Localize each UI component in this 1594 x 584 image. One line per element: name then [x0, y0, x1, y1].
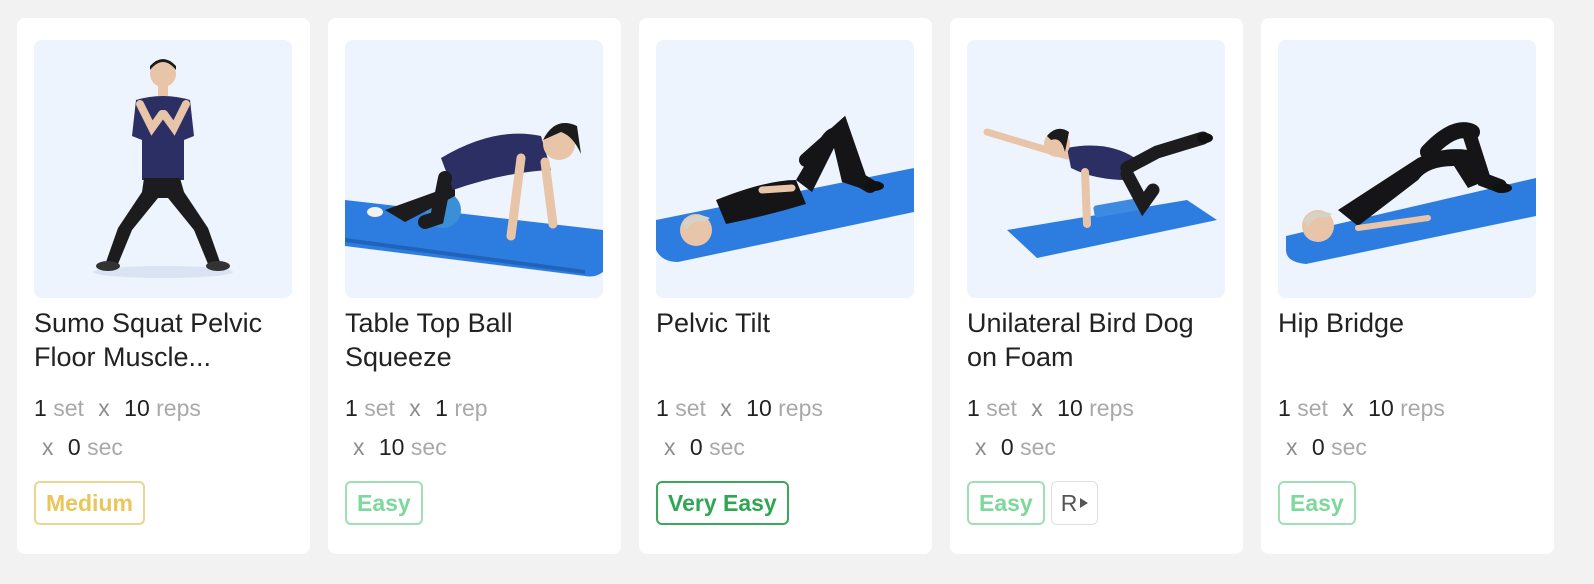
exercise-card-hip-bridge[interactable]: Hip Bridge 1 set x 10 reps x 0 sec Easy	[1261, 18, 1554, 554]
times-separator: x	[1342, 395, 1354, 421]
reps-unit: reps	[156, 395, 201, 421]
reps-value: 10	[746, 395, 772, 421]
hold-value: 0	[1311, 434, 1325, 460]
reps-unit: reps	[1400, 395, 1445, 421]
times-separator: x	[98, 395, 110, 421]
times-separator: x	[975, 434, 987, 460]
sets-reps-line: 1 set x 10 reps	[1278, 393, 1445, 423]
hold-unit: sec	[410, 434, 447, 460]
difficulty-badge: Easy	[1278, 481, 1356, 525]
exercise-title: Sumo Squat Pelvic Floor Muscle...	[34, 308, 263, 372]
exercise-title: Table Top Ball Squeeze	[345, 308, 513, 372]
tag-row: Easy	[1278, 481, 1356, 525]
hold-line: x 0 sec	[664, 432, 745, 462]
sets-reps-line: 1 set x 10 reps	[967, 393, 1134, 423]
bird-dog-illustration	[967, 40, 1225, 298]
side-tag-label: R	[1060, 490, 1078, 516]
hold-line: x 0 sec	[975, 432, 1056, 462]
sets-unit: set	[986, 395, 1017, 421]
play-triangle-icon	[1080, 498, 1089, 508]
hold-unit: sec	[709, 434, 745, 460]
sets-unit: set	[53, 395, 84, 421]
reps-value: 1	[435, 395, 448, 421]
hold-unit: sec	[87, 434, 123, 460]
sets-reps-line: 1 set x 10 reps	[34, 393, 201, 423]
tag-row: Medium	[34, 481, 145, 525]
times-separator: x	[664, 434, 676, 460]
reps-value: 10	[124, 395, 150, 421]
exercise-card-row: Sumo Squat Pelvic Floor Muscle... 1 set …	[0, 0, 1594, 584]
exercise-thumbnail[interactable]	[967, 40, 1225, 298]
exercise-thumbnail[interactable]	[345, 40, 603, 298]
hold-value: 0	[1000, 434, 1014, 460]
sets-unit: set	[675, 395, 706, 421]
sets-unit: set	[1297, 395, 1328, 421]
difficulty-badge: Medium	[34, 481, 145, 525]
times-separator: x	[409, 395, 421, 421]
hold-value: 10	[378, 434, 405, 460]
exercise-card-table-top-ball-squeeze[interactable]: Table Top Ball Squeeze 1 set x 1 rep x 1…	[328, 18, 621, 554]
times-separator: x	[720, 395, 732, 421]
sets-value: 1	[1278, 395, 1291, 421]
times-separator: x	[1031, 395, 1043, 421]
sets-value: 1	[34, 395, 47, 421]
reps-unit: reps	[1089, 395, 1134, 421]
exercise-title: Unilateral Bird Dog on Foam	[967, 308, 1194, 372]
sets-value: 1	[656, 395, 669, 421]
hold-line: x 10 sec	[353, 432, 447, 462]
exercise-title: Pelvic Tilt	[656, 308, 771, 338]
sets-value: 1	[967, 395, 980, 421]
exercise-card-pelvic-tilt[interactable]: Pelvic Tilt 1 set x 10 reps x 0 sec Very…	[639, 18, 932, 554]
reps-value: 10	[1057, 395, 1083, 421]
reps-unit: rep	[454, 395, 488, 421]
side-tag-right[interactable]: R	[1050, 481, 1099, 525]
times-separator: x	[353, 434, 365, 460]
exercise-thumbnail[interactable]	[1278, 40, 1536, 298]
sets-value: 1	[345, 395, 358, 421]
difficulty-badge: Very Easy	[656, 481, 789, 525]
hold-value: 0	[689, 434, 703, 460]
hold-unit: sec	[1331, 434, 1367, 460]
hip-bridge-illustration	[1278, 40, 1536, 298]
exercise-title: Hip Bridge	[1278, 308, 1405, 338]
sets-unit: set	[364, 395, 395, 421]
exercise-card-sumo-squat[interactable]: Sumo Squat Pelvic Floor Muscle... 1 set …	[17, 18, 310, 554]
hold-unit: sec	[1020, 434, 1056, 460]
times-separator: x	[1286, 434, 1298, 460]
reps-value: 10	[1368, 395, 1394, 421]
exercise-card-unilateral-bird-dog[interactable]: Unilateral Bird Dog on Foam 1 set x 10 r…	[950, 18, 1243, 554]
exercise-thumbnail[interactable]	[656, 40, 914, 298]
hold-line: x 0 sec	[42, 432, 123, 462]
hold-value: 0	[67, 434, 81, 460]
pelvic-tilt-illustration	[656, 40, 914, 298]
tag-row: Easy	[345, 481, 423, 525]
exercise-thumbnail[interactable]	[34, 40, 292, 298]
difficulty-badge: Easy	[967, 481, 1045, 525]
sets-reps-line: 1 set x 10 reps	[656, 393, 823, 423]
difficulty-badge: Easy	[345, 481, 423, 525]
sets-reps-line: 1 set x 1 rep	[345, 393, 488, 423]
hold-line: x 0 sec	[1286, 432, 1367, 462]
table-top-illustration	[345, 40, 603, 298]
tag-row: Easy R	[967, 481, 1099, 525]
times-separator: x	[42, 434, 54, 460]
tag-row: Very Easy	[656, 481, 789, 525]
reps-unit: reps	[778, 395, 823, 421]
sumo-squat-illustration	[34, 40, 292, 298]
